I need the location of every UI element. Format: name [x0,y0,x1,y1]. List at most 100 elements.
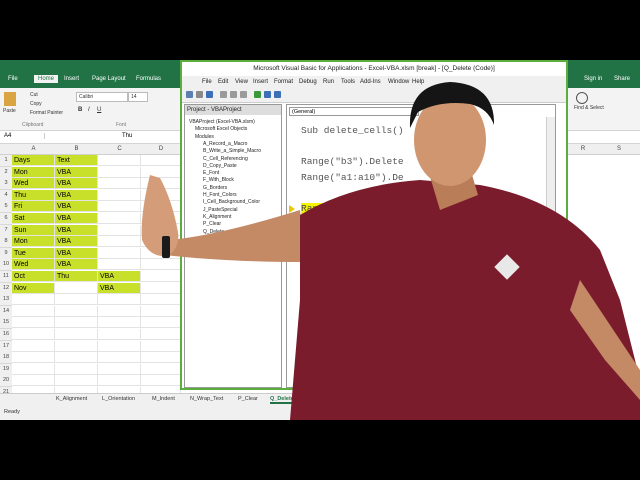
copy-icon[interactable] [230,91,237,98]
vba-menu-view[interactable]: View [235,76,248,88]
cell-b5[interactable]: VBA [55,201,98,213]
cell-b12[interactable] [55,282,98,294]
row-header[interactable]: 19 [0,363,12,376]
cell-c12[interactable]: VBA [98,282,141,294]
cell-c2[interactable] [98,166,141,178]
cell-d20[interactable] [141,375,181,387]
cell-c8[interactable] [98,236,141,248]
zoom-level[interactable]: 100% [622,409,636,415]
project-tree-item[interactable]: Microsoft Excel Objects [195,126,247,132]
cell-a10[interactable]: Wed [12,259,55,271]
row-header[interactable]: 15 [0,317,12,330]
cell-d12[interactable] [141,282,181,294]
cell-b11[interactable]: Thu [55,271,98,282]
bold-button[interactable]: B [78,107,82,113]
cell-d7[interactable] [141,224,181,236]
cell-a16[interactable] [12,329,55,340]
ribbon-tab-file[interactable]: File [8,76,18,82]
row-header[interactable]: 1 [0,155,12,167]
vba-menu-debug[interactable]: Debug [299,76,317,88]
italic-button[interactable]: I [88,107,90,113]
cell-d10[interactable] [141,259,181,271]
column-header[interactable]: C [98,144,142,155]
break-icon[interactable] [264,91,271,98]
cell-c19[interactable] [98,363,141,375]
cell-b4[interactable]: VBA [55,189,98,201]
name-box[interactable]: A4 [4,133,45,139]
project-tree-item[interactable]: K_Alignment [203,214,231,220]
vba-menu-help[interactable]: Help [412,76,424,88]
cell-b20[interactable] [55,375,98,387]
cell-b19[interactable] [55,363,98,375]
ribbon-tab-page-layout[interactable]: Page Layout [92,76,126,82]
cell-d15[interactable] [141,317,181,329]
cell-d2[interactable] [141,166,181,178]
cell-d16[interactable] [141,329,181,340]
cell-b16[interactable] [55,329,98,340]
row-header[interactable]: 6 [0,213,12,225]
insert-icon[interactable] [196,91,203,98]
ribbon-tab-home[interactable]: Home [34,75,59,83]
vba-menu-edit[interactable]: Edit [218,76,228,88]
sign-in-link[interactable]: Sign in [584,76,602,82]
save-icon[interactable] [206,91,213,98]
code-line[interactable]: Range("a1:a10").De [301,172,404,183]
cell-b3[interactable]: VBA [55,178,98,190]
vba-menu-format[interactable]: Format [274,76,293,88]
cell-a9[interactable]: Tue [12,247,55,259]
run-icon[interactable] [254,91,261,98]
row-header[interactable]: 7 [0,224,12,237]
cell-b1[interactable]: Text [55,155,98,166]
cell-c16[interactable] [98,329,141,340]
row-header[interactable]: 4 [0,189,12,202]
project-tree-item[interactable]: D_Copy_Paste [203,163,237,169]
cell-a18[interactable] [12,352,55,364]
cell-c17[interactable] [98,340,141,352]
vba-menu-file[interactable]: File [202,76,212,88]
cell-a6[interactable]: Sat [12,213,55,224]
project-tree-item[interactable]: J_PasteSpecial [203,207,237,213]
row-header[interactable]: 3 [0,178,12,191]
project-tree-item[interactable]: Q_Delete [203,229,224,235]
row-header[interactable]: 13 [0,294,12,307]
cell-a14[interactable] [12,305,55,317]
cell-c6[interactable] [98,213,141,224]
cell-b2[interactable]: VBA [55,166,98,178]
cell-c18[interactable] [98,352,141,364]
cell-c5[interactable] [98,201,141,213]
cell-d4[interactable] [141,189,181,201]
sheet-tab-k-alignment[interactable]: K_Alignment [56,396,87,402]
cell-d11[interactable] [141,271,181,282]
cell-c9[interactable] [98,247,141,259]
underline-button[interactable]: U [97,107,101,113]
column-header[interactable]: R [568,144,599,155]
cell-b8[interactable]: VBA [55,236,98,248]
column-header[interactable]: D [141,144,182,155]
sheet-tab-q-delete[interactable]: Q_Delete [270,396,294,404]
formula-input[interactable]: Thu [122,133,132,139]
project-tree-item[interactable]: E_Font [203,170,219,176]
sheet-tab-m-indent[interactable]: M_Indent [152,396,175,402]
cell-d19[interactable] [141,363,181,375]
vba-menu-insert[interactable]: Insert [253,76,268,88]
find-select-button[interactable]: Find & Select [574,105,604,111]
project-tree-item[interactable]: VBAProject (Excel-VBA.xlsm) [189,119,255,125]
view-excel-icon[interactable] [186,91,193,98]
vba-menu-tools[interactable]: Tools [341,76,355,88]
row-header[interactable]: 17 [0,340,12,353]
cell-c15[interactable] [98,317,141,329]
cell-a2[interactable]: Mon [12,166,55,178]
sheet-tab-l-orientation[interactable]: L_Orientation [102,396,135,402]
cell-d1[interactable] [141,155,181,166]
project-tree-item[interactable]: H_Font_Colors [203,192,237,198]
cell-d5[interactable] [141,201,181,213]
cell-a12[interactable]: Nov [12,282,55,294]
cell-a7[interactable]: Sun [12,224,55,236]
project-tree-item[interactable]: C_Cell_Referencing [203,156,248,162]
row-header[interactable]: 9 [0,247,12,260]
project-tree-item[interactable]: Modules [195,134,214,140]
object-dropdown[interactable]: (General) [289,107,419,116]
cell-a5[interactable]: Fri [12,201,55,213]
code-line[interactable]: Range("c4").EntireCo [301,218,415,229]
font-name-select[interactable]: Calibri [76,92,128,102]
